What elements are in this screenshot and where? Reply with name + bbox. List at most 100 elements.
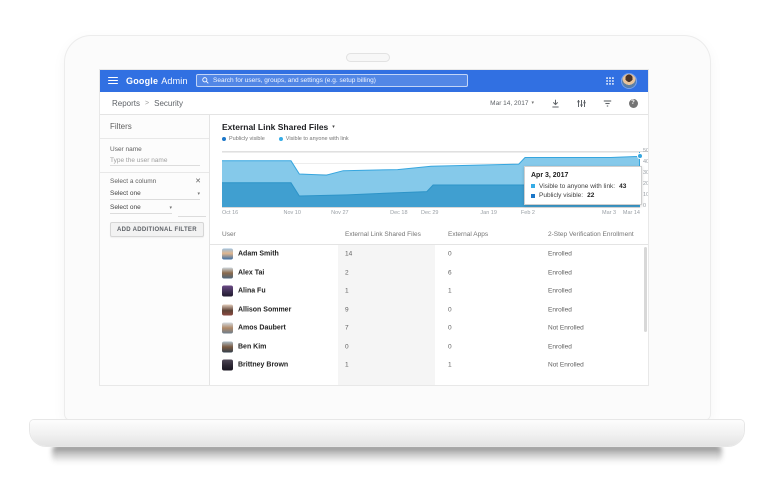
chart-legend: Publicly visible Visible to anyone with l… — [222, 136, 349, 142]
filters-sidebar: Filters User name Select a column ✕ Sele… — [100, 115, 210, 385]
x-axis-label: Nov 10 — [283, 210, 301, 216]
tooltip-swatch-icon — [531, 193, 535, 198]
table-row[interactable]: Brittney Brown 1 1 Not Enrolled — [210, 356, 648, 375]
add-additional-filter-button[interactable]: ADD ADDITIONAL FILTER — [110, 222, 204, 237]
user-name: Alina Fu — [238, 287, 266, 295]
filter-value-input[interactable] — [178, 206, 206, 217]
condition-select[interactable]: Select one ▾ — [110, 204, 172, 214]
breadcrumb-reports[interactable]: Reports — [112, 99, 140, 108]
table-row[interactable]: Amos Daubert 7 0 Not Enrolled — [210, 319, 648, 338]
chart-tooltip: Apr 3, 2017 Visible to anyone with link:… — [524, 166, 642, 205]
x-axis-label: Mar 3 — [602, 210, 617, 216]
y-axis-label: 10 — [643, 192, 648, 198]
legend-dot-icon — [222, 137, 226, 141]
user-cell: Allison Sommer — [222, 304, 291, 316]
chevron-down-icon: ▾ — [169, 204, 172, 211]
tooltip-date: Apr 3, 2017 — [531, 172, 569, 179]
table-row[interactable]: Alex Tai 2 6 Enrolled — [210, 264, 648, 283]
tooltip-swatch-icon — [531, 184, 535, 188]
column-header: External Apps — [448, 231, 489, 238]
download-icon[interactable] — [550, 98, 560, 108]
screen: Google Admin Report — [100, 70, 648, 385]
y-axis-label: 0 — [643, 203, 647, 209]
shared-files-cell: 0 — [345, 343, 349, 351]
equalizer-icon[interactable] — [576, 98, 586, 108]
table-row[interactable]: Ben Kim 0 0 Enrolled — [210, 338, 648, 357]
breadcrumb-security[interactable]: Security — [154, 99, 183, 108]
table-scrollbar[interactable] — [644, 247, 647, 332]
toolbar: Reports > Security Mar 14, 2017 ▾ ? — [100, 92, 648, 115]
user-name: Adam Smith — [238, 250, 279, 258]
toolbar-actions: Mar 14, 2017 ▾ ? — [490, 98, 648, 108]
user-avatar[interactable] — [622, 74, 636, 88]
y-axis: 0 10 20 30 40 50 — [642, 148, 648, 209]
external-apps-cell: 1 — [448, 361, 452, 369]
users-table: User External Link Shared Files External A… — [210, 227, 648, 385]
column-select-value: Select one — [110, 190, 141, 197]
user-cell: Alina Fu — [222, 285, 266, 297]
user-name: Ben Kim — [238, 343, 267, 351]
user-cell: Ben Kim — [222, 341, 267, 353]
hamburger-icon[interactable] — [108, 77, 118, 85]
shared-files-cell: 1 — [345, 361, 349, 369]
x-axis-label: Oct 16 — [222, 210, 239, 216]
user-cell: Brittney Brown — [222, 359, 288, 371]
search-icon — [202, 77, 209, 84]
help-icon[interactable]: ? — [628, 98, 638, 108]
shared-files-cell: 14 — [345, 250, 353, 258]
external-apps-cell: 0 — [448, 343, 452, 351]
x-axis-label: Feb 2 — [520, 210, 536, 216]
filters-title: Filters — [110, 122, 132, 131]
legend-item[interactable]: Visible to anyone with link — [278, 136, 349, 142]
user-avatar — [222, 322, 233, 334]
shared-files-cell: 7 — [345, 324, 349, 332]
date-picker[interactable]: Mar 14, 2017 ▾ — [490, 100, 534, 107]
x-axis-label: Nov 27 — [331, 210, 349, 216]
chevron-down-icon: ▾ — [531, 100, 534, 106]
tooltip-item: Publicly visible: 22 — [531, 192, 635, 199]
shared-files-cell: 1 — [345, 287, 349, 295]
table-row[interactable]: Adam Smith 14 0 Enrolled — [210, 245, 648, 264]
enrollment-cell: Enrolled — [548, 269, 572, 277]
chevron-down-icon: ▾ — [332, 124, 335, 130]
table-row[interactable]: Alina Fu 1 1 Enrolled — [210, 282, 648, 301]
column-header: External Link Shared Files — [345, 231, 421, 238]
grid-line — [222, 207, 640, 208]
app-logo: Google Admin — [126, 70, 188, 92]
enrollment-cell: Enrolled — [548, 250, 572, 258]
chart-title-dropdown[interactable]: External Link Shared Files ▾ — [222, 122, 335, 132]
filter-list-icon[interactable] — [602, 98, 612, 108]
legend-item[interactable]: Publicly visible — [222, 136, 265, 142]
user-cell: Amos Daubert — [222, 322, 286, 334]
logo-admin: Admin — [161, 76, 188, 86]
table-row[interactable]: Allison Sommer 9 0 Enrolled — [210, 301, 648, 320]
shared-files-cell: 2 — [345, 269, 349, 277]
chart-title: External Link Shared Files — [222, 122, 329, 132]
column-header: 2-Step Verification Enrollment — [548, 231, 634, 238]
date-label: Mar 14, 2017 — [490, 99, 529, 107]
search-box[interactable] — [196, 74, 468, 87]
breadcrumb-separator: > — [145, 99, 150, 107]
search-input[interactable] — [213, 77, 462, 84]
tooltip-item: Visible to anyone with link: 43 — [531, 183, 635, 190]
close-icon[interactable]: ✕ — [195, 178, 201, 185]
column-select[interactable]: Select one ▾ — [110, 190, 200, 200]
legend-label: Visible to anyone with link — [285, 136, 349, 142]
tooltip-label: Visible to anyone with link: — [539, 182, 616, 190]
tooltip-value: 22 — [587, 192, 595, 199]
user-name-input[interactable] — [110, 156, 200, 166]
x-axis-label: Dec 29 — [421, 210, 439, 216]
user-avatar — [222, 359, 233, 371]
laptop-camera — [346, 53, 390, 62]
logo-google: Google — [126, 76, 159, 86]
x-axis-label: Dec 18 — [390, 210, 408, 216]
y-axis-label: 50 — [643, 148, 648, 154]
y-axis-label: 40 — [643, 159, 648, 165]
enrollment-cell: Enrolled — [548, 287, 572, 295]
apps-grid-icon[interactable] — [606, 77, 614, 85]
breadcrumb: Reports > Security — [112, 99, 183, 108]
tooltip-items: Visible to anyone with link: 43 Publicly v… — [531, 183, 635, 199]
app-bar: Google Admin — [100, 70, 648, 92]
external-apps-cell: 1 — [448, 287, 452, 295]
user-name: Amos Daubert — [238, 324, 286, 332]
